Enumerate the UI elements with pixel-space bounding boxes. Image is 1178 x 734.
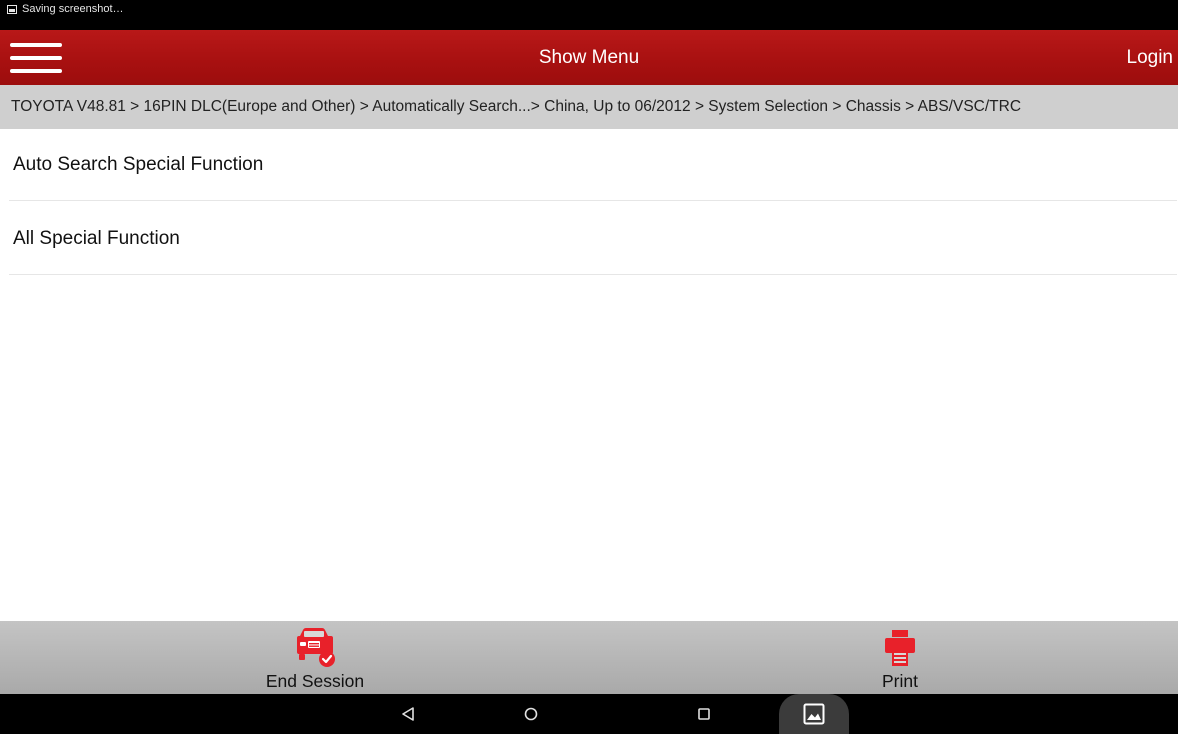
list-item-auto-search-special-function[interactable]: Auto Search Special Function: [9, 129, 1177, 201]
gallery-icon: [803, 703, 825, 725]
end-session-button[interactable]: End Session: [215, 621, 415, 694]
notification-text: Saving screenshot…: [22, 3, 124, 15]
image-icon: [7, 4, 17, 14]
hamburger-icon[interactable]: [10, 40, 62, 76]
login-button[interactable]: Login: [1127, 30, 1174, 85]
back-button[interactable]: [388, 694, 428, 734]
end-session-label: End Session: [265, 671, 365, 691]
print-label: Print: [882, 671, 918, 691]
breadcrumb: TOYOTA V48.81 > 16PIN DLC(Europe and Oth…: [0, 85, 1178, 129]
function-list: Auto Search Special Function All Special…: [0, 129, 1178, 275]
print-button[interactable]: Print: [800, 621, 1000, 694]
home-circle-icon: [524, 707, 538, 721]
navigation-bar: [0, 694, 1178, 734]
bottom-toolbar: End Session Print: [0, 621, 1178, 694]
car-check-icon: [297, 628, 335, 667]
recents-button[interactable]: [684, 694, 724, 734]
recents-square-icon: [698, 708, 710, 720]
header-title: Show Menu: [538, 47, 640, 68]
status-bar: Saving screenshot…: [0, 0, 1178, 30]
screenshot-button[interactable]: [779, 694, 849, 734]
back-triangle-icon: [402, 707, 414, 721]
screenshot-pill: [779, 694, 849, 734]
app-header: Show Menu Login: [0, 30, 1178, 85]
notification: Saving screenshot…: [7, 2, 124, 16]
printer-icon: [885, 630, 915, 666]
list-item-all-special-function[interactable]: All Special Function: [9, 201, 1177, 275]
home-button[interactable]: [511, 694, 551, 734]
